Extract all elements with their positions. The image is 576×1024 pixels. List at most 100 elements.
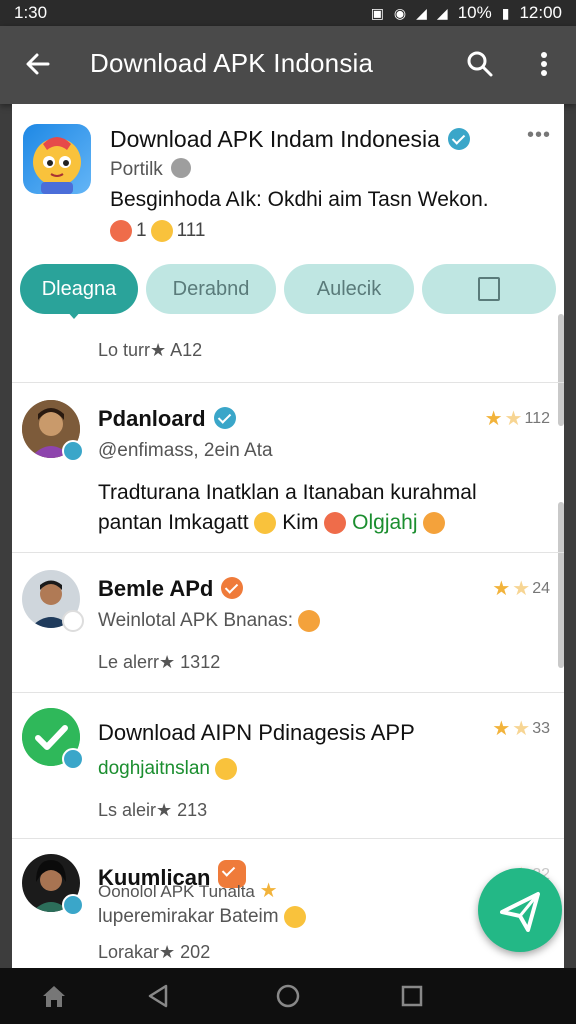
- badge-icon: [62, 610, 84, 632]
- nfc-icon: ▣: [370, 5, 384, 21]
- star-half-icon: ★: [504, 408, 523, 430]
- item-title: Download AIPN Pdinagesis APP: [98, 720, 415, 745]
- tab-bar: Dleagna Derabnd Aulecik: [20, 264, 556, 316]
- app-description: Besginhoda AIk: Okdhi aim Tasn Wekon.: [110, 188, 489, 211]
- recents-square-icon[interactable]: [398, 982, 426, 1010]
- search-icon[interactable]: [464, 48, 496, 80]
- item-subtitle-text: Weinlotal APK Bnanas:: [98, 610, 294, 632]
- overflow-menu-icon[interactable]: •••: [527, 124, 551, 147]
- eye-icon: ◉: [393, 5, 407, 21]
- item-body: Tradturana Inatklan a Itanaban kurahmal: [98, 481, 477, 504]
- document-icon: [478, 277, 500, 301]
- rating-value: 112: [524, 409, 550, 427]
- verified-icon: [221, 577, 244, 599]
- tab-label: Derabnd: [172, 277, 250, 300]
- item-title-text: Pdanloard: [98, 406, 206, 431]
- item-subtitle-overlap-text: Oonolol APK Tunalta: [98, 882, 255, 901]
- item-subtitle: @enfimass, 2ein Ata: [98, 440, 273, 461]
- tab-label: Dleagna: [41, 277, 117, 300]
- item-meta: Le alerr★ 1312: [98, 652, 221, 672]
- signal-icon: ◢: [416, 5, 427, 21]
- tab-pointer: [66, 310, 82, 319]
- reaction-count-2: 111: [176, 220, 206, 241]
- back-triangle-icon[interactable]: [144, 982, 172, 1010]
- reaction-count-1: 1: [136, 220, 147, 241]
- item-body-line2: pantan Imkagatt Kim Olgjahj: [98, 508, 446, 538]
- avatar[interactable]: [22, 854, 84, 916]
- status-clock: 12:00: [519, 3, 562, 22]
- item-subtitle: doghjaitnslan: [98, 758, 238, 780]
- tab-label: Aulecik: [316, 277, 382, 300]
- body-text-2: Kim: [282, 511, 319, 534]
- verified-badge-icon: [62, 894, 84, 916]
- crying-emoji-icon: [423, 512, 446, 535]
- item-meta: Lorakar★ 202: [98, 942, 211, 962]
- item-title-text: Bemle APd: [98, 576, 214, 601]
- list-item[interactable]: Bemle APd ★ ★ 24 Weinlotal APK Bnanas: Le…: [12, 552, 564, 692]
- item-subtitle: luperemirakar Bateim: [98, 906, 306, 928]
- item-subtitle: Weinlotal APK Bnanas:: [98, 610, 321, 632]
- star-half-icon: ★: [512, 718, 531, 740]
- app-name-text: Download APK Indam Indonesia: [110, 126, 440, 152]
- love-emoji-icon: [110, 220, 132, 242]
- star-icon: ★: [492, 718, 511, 740]
- app-mascot-icon: [33, 137, 81, 194]
- signal-icon-2: ◢: [436, 5, 448, 21]
- verified-badge-icon: [62, 440, 84, 462]
- body-text-3: Olgjahj: [352, 511, 418, 534]
- app-bar: Download APK Indonsia: [0, 26, 576, 104]
- featured-app-card: Download APK Indam Indonesia ••• Portilk…: [12, 104, 564, 382]
- heart-eyes-emoji-icon: [324, 512, 347, 535]
- grin-emoji-icon: [283, 906, 306, 928]
- item-title: Bemle APd: [98, 576, 244, 602]
- home-house-icon[interactable]: [40, 982, 68, 1010]
- developer-badge-icon: [170, 158, 191, 178]
- app-author[interactable]: Portilk: [110, 158, 191, 181]
- app-icon[interactable]: [23, 124, 91, 194]
- system-nav-bar: [0, 968, 576, 1024]
- list-item[interactable]: Download AIPN Pdinagesis APP ★ ★ 33 doghj…: [12, 692, 564, 838]
- hush-emoji-icon: [254, 512, 277, 535]
- app-meta: Lo turr★ A12: [98, 340, 203, 360]
- tab-document[interactable]: [422, 264, 556, 314]
- status-time: 1:30: [14, 3, 48, 22]
- star-icon: ★: [259, 880, 278, 902]
- status-icons: ▣ ◉ ◢ ◢ 10% ▮ 12:00: [371, 3, 562, 23]
- star-icon: ★: [484, 408, 503, 430]
- home-circle-icon[interactable]: [274, 982, 302, 1010]
- battery-percent: 10%: [457, 3, 492, 22]
- tab-dleagna[interactable]: Dleagna: [20, 264, 138, 314]
- avatar[interactable]: [22, 708, 84, 770]
- avatar[interactable]: [22, 570, 84, 632]
- item-title: Pdanloard: [98, 406, 236, 432]
- app-author-text: Portilk: [110, 159, 163, 180]
- status-bar: 1:30 ▣ ◉ ◢ ◢ 10% ▮ 12:00: [0, 0, 576, 26]
- body-text: pantan Imkagatt: [98, 511, 249, 534]
- item-subtitle-text: luperemirakar Bateim: [98, 906, 279, 928]
- item-subtitle-overlap: Oonolol APK Tunalta ★: [98, 878, 278, 903]
- rating-value: 33: [532, 719, 550, 737]
- verified-badge-icon: [62, 748, 84, 770]
- verified-icon: [213, 407, 236, 429]
- battery-icon: ▮: [501, 5, 510, 21]
- tab-derabnd[interactable]: Derabnd: [146, 264, 276, 314]
- item-rating: ★ ★ 33: [492, 716, 550, 741]
- content-sheet[interactable]: Download APK Indam Indonesia ••• Portilk…: [12, 104, 564, 968]
- item-meta: Ls aleir★ 213: [98, 800, 208, 820]
- list-item[interactable]: Pdanloard ★ ★ 112 @enfimass, 2ein Ata Tra…: [12, 382, 564, 552]
- smile-emoji-icon: [298, 610, 321, 632]
- reactions[interactable]: 1 111: [110, 220, 205, 242]
- laugh-emoji-icon: [150, 220, 173, 242]
- more-vert-icon[interactable]: [530, 48, 558, 80]
- verified-icon: [447, 128, 470, 150]
- app-name[interactable]: Download APK Indam Indonesia: [110, 126, 470, 153]
- item-rating: ★ ★ 112: [485, 406, 550, 431]
- neutral-emoji-icon: [215, 758, 238, 780]
- avatar[interactable]: [22, 400, 84, 462]
- star-icon: ★: [492, 578, 511, 600]
- back-arrow-icon[interactable]: [22, 48, 54, 80]
- send-fab-button[interactable]: [478, 868, 562, 952]
- tab-aulecik[interactable]: Aulecik: [284, 264, 414, 314]
- page-title: Download APK Indonsia: [90, 48, 374, 78]
- item-rating: ★ ★ 24: [492, 576, 550, 601]
